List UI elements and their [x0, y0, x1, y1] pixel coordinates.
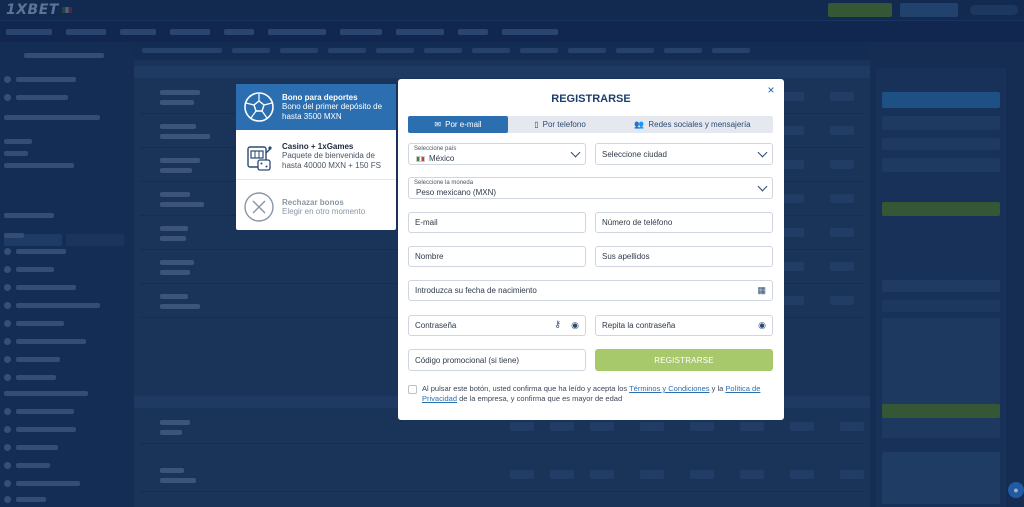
password-field[interactable]: Contraseña ⚷ ◉: [408, 315, 586, 336]
calendar-icon[interactable]: ▦: [757, 285, 766, 296]
tab-email[interactable]: ✉ Por e-mail: [408, 116, 508, 133]
slot-machine-icon: [242, 140, 276, 174]
surname-placeholder: Sus apellidos: [602, 252, 650, 261]
modal-title: REGISTRARSE: [551, 93, 631, 105]
promo-placeholder: Código promocional (si tiene): [415, 355, 520, 365]
name-placeholder: Nombre: [415, 252, 444, 261]
tab-label: Redes sociales y mensajería: [648, 120, 751, 129]
country-label: Seleccione país: [414, 146, 457, 152]
tab-phone[interactable]: ▯ Por telefono: [508, 116, 612, 133]
registration-modal: REGISTRARSE × ✉ Por e-mail ▯ Por telefon…: [398, 79, 784, 420]
email-placeholder: E-mail: [415, 218, 438, 227]
bonus-title: Rechazar bonos: [282, 197, 344, 207]
password-repeat-field[interactable]: Repita la contraseña ◉: [595, 315, 773, 336]
name-field[interactable]: Nombre: [408, 246, 586, 267]
currency-value: Peso mexicano (MXN): [416, 188, 497, 197]
registration-tabs: ✉ Por e-mail ▯ Por telefono 👥 Redes soci…: [408, 116, 773, 133]
eye-off-icon[interactable]: ◉: [571, 320, 579, 331]
birthdate-field[interactable]: Introduzca su fecha de nacimiento ▦: [408, 280, 773, 301]
tab-label: Por telefono: [542, 120, 586, 129]
city-select[interactable]: Seleccione ciudad: [595, 143, 773, 165]
chevron-down-icon: [570, 147, 581, 158]
chevron-down-icon: [757, 181, 768, 192]
bonus-description: Elegir en otro momento: [282, 206, 366, 216]
tab-social[interactable]: 👥 Redes sociales y mensajería: [612, 116, 773, 133]
bonus-title: Bono para deportes: [282, 92, 358, 102]
bonus-description: Bono del primer depósito de hasta 3500 M…: [282, 101, 383, 121]
consent-text: Al pulsar este botón, usted confirma que…: [422, 384, 761, 403]
tab-label: Por e-mail: [445, 120, 482, 129]
promo-code-field[interactable]: Código promocional (si tiene): [408, 349, 586, 371]
terms-link[interactable]: Términos y Condiciones: [629, 384, 709, 393]
mexico-flag-icon: [416, 155, 425, 162]
consent-checkbox[interactable]: [408, 385, 417, 394]
bonus-title: Casino + 1xGames: [282, 142, 354, 151]
password-placeholder: Contraseña: [415, 321, 457, 330]
country-value: México: [429, 154, 455, 163]
chevron-down-icon: [757, 147, 768, 158]
bonus-option-reject[interactable]: Rechazar bonos Elegir en otro momento: [236, 184, 396, 230]
email-field[interactable]: E-mail: [408, 212, 586, 233]
surname-field[interactable]: Sus apellidos: [595, 246, 773, 267]
email-icon: ✉: [434, 120, 442, 129]
bonus-panel: Bono para deportes Bono del primer depós…: [236, 84, 396, 230]
key-icon[interactable]: ⚷: [554, 319, 561, 330]
phone-icon: ▯: [534, 120, 539, 129]
city-placeholder: Seleccione ciudad: [602, 149, 667, 159]
currency-select[interactable]: Seleccione la moneda Peso mexicano (MXN): [408, 177, 773, 199]
phone-placeholder: Número de teléfono: [602, 218, 673, 227]
bonus-option-casino[interactable]: Casino + 1xGames Paquete de bienvenida d…: [236, 134, 396, 180]
eye-off-icon[interactable]: ◉: [758, 320, 766, 331]
country-select[interactable]: Seleccione país México: [408, 143, 586, 165]
consent-row: Al pulsar este botón, usted confirma que…: [408, 384, 773, 404]
bonus-option-sports[interactable]: Bono para deportes Bono del primer depós…: [236, 84, 396, 130]
birthdate-placeholder: Introduzca su fecha de nacimiento: [415, 286, 537, 295]
close-circle-icon: [242, 190, 276, 224]
bonus-description: Paquete de bienvenida de hasta 40000 MXN…: [282, 151, 381, 170]
currency-label: Seleccione la moneda: [414, 180, 474, 186]
soccer-ball-icon: [242, 90, 276, 124]
close-icon[interactable]: ×: [764, 83, 778, 97]
register-submit-button[interactable]: REGISTRARSE: [595, 349, 773, 371]
phone-field[interactable]: Número de teléfono: [595, 212, 773, 233]
password-repeat-placeholder: Repita la contraseña: [602, 321, 676, 330]
users-icon: 👥: [634, 120, 645, 129]
